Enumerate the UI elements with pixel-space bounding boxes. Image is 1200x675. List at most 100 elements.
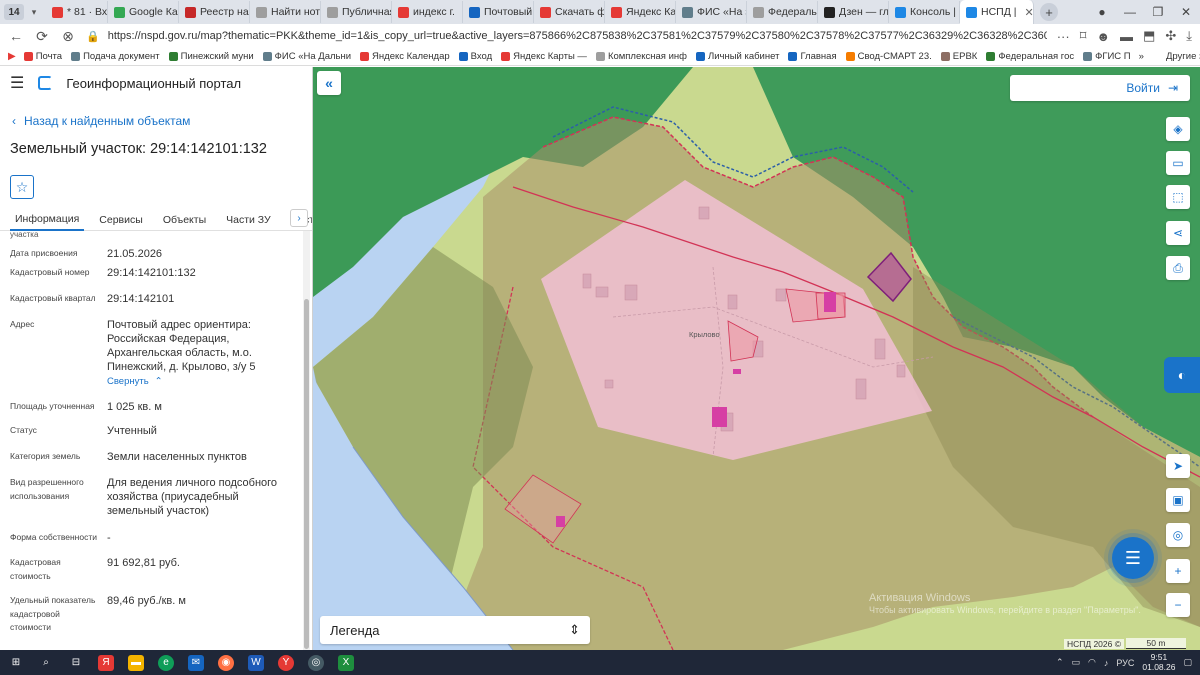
file-explorer-icon[interactable]: ▬: [128, 654, 144, 671]
bookmarks-more[interactable]: » Другие закладки: [1139, 51, 1200, 62]
tabs-scroll-right-button[interactable]: ›: [290, 209, 308, 227]
excel-icon[interactable]: X: [338, 654, 354, 671]
maximize-icon[interactable]: ❐: [1144, 5, 1172, 19]
browser-tab[interactable]: Реестр на: [179, 1, 250, 23]
building: [727, 294, 738, 310]
bookmark-item[interactable]: Комплексная инф: [595, 51, 687, 62]
chevron-down-icon[interactable]: ▾: [26, 4, 42, 20]
profile-icon[interactable]: ☻: [1096, 29, 1110, 44]
tray-chevron-icon[interactable]: ⌃: [1056, 657, 1064, 668]
chat-button[interactable]: ☰: [1112, 537, 1154, 579]
layers-button[interactable]: ◈: [1166, 117, 1190, 141]
yandex-icon[interactable]: Y: [278, 654, 294, 671]
tab-label: Реестр на: [200, 6, 249, 18]
windows-start-icon[interactable]: ⊞: [8, 655, 24, 671]
browser-tab[interactable]: Скачать ф: [534, 1, 605, 23]
browser-tab[interactable]: ФИС «На з: [676, 1, 747, 23]
assistant-widget[interactable]: ◐: [1164, 357, 1200, 393]
zoom-out-button[interactable]: −: [1166, 593, 1190, 617]
yandex-browser-icon[interactable]: Я: [98, 654, 114, 671]
tab-info[interactable]: Информация: [10, 209, 85, 231]
tab-objects[interactable]: Объекты: [158, 209, 211, 231]
minimize-icon[interactable]: —: [1116, 5, 1144, 19]
collapse-panel-button[interactable]: «: [317, 71, 341, 95]
app-icon[interactable]: ◎: [308, 654, 324, 671]
new-tab-button[interactable]: +: [1040, 3, 1058, 21]
word-icon[interactable]: W: [248, 654, 264, 671]
close-tab-icon[interactable]: ✕: [1024, 6, 1033, 19]
back-to-results-link[interactable]: ‹ Назад к найденным объектам: [0, 99, 312, 131]
url-field[interactable]: 🔒 https://nspd.gov.ru/map?thematic=PKK&t…: [86, 30, 1047, 43]
tab-services[interactable]: Сервисы: [94, 209, 148, 231]
browser-tab[interactable]: Федераль: [747, 1, 818, 23]
puzzle-icon[interactable]: ✣: [1165, 28, 1176, 44]
bookmark-item[interactable]: Свод-СМАРТ 23.: [845, 51, 932, 62]
bookmark-item[interactable]: Главная: [788, 51, 837, 62]
browser-tab[interactable]: Найти нот: [250, 1, 321, 23]
downloads-icon[interactable]: ⬒: [1143, 28, 1155, 44]
network-icon[interactable]: ▭: [1071, 657, 1080, 668]
map-canvas[interactable]: [313, 67, 1200, 650]
building: [874, 338, 886, 360]
bookmark-icon[interactable]: ⌑: [1080, 28, 1087, 44]
browser-tab[interactable]: Публичная: [321, 1, 392, 23]
translate-icon[interactable]: ▬: [1120, 29, 1133, 44]
map-view[interactable]: Крылово « Войти ⇥ ◈ ▭ ⬚ ⋖ ⎙ ◐ ➤ ▣ ◎ ☰ + …: [313, 67, 1200, 650]
back-arrow-icon[interactable]: ←: [8, 28, 24, 44]
share-button[interactable]: ⋖: [1166, 221, 1190, 245]
select-area-button[interactable]: ⬚: [1166, 185, 1190, 209]
ruler-button[interactable]: ▭: [1166, 151, 1190, 175]
tab-favicon-icon: [682, 6, 693, 18]
search-icon[interactable]: ⌕: [38, 655, 54, 671]
locate-button[interactable]: ➤: [1166, 454, 1190, 478]
browser-tab[interactable]: Консоль |: [889, 1, 960, 23]
geolocation-button[interactable]: ◎: [1166, 523, 1190, 547]
task-view-icon[interactable]: ⊟: [68, 655, 84, 671]
browser-tab[interactable]: Google Кар: [108, 1, 179, 23]
browser-tab[interactable]: * 81 · Входя: [46, 1, 108, 23]
extensions-icon[interactable]: ⊗: [60, 28, 76, 45]
notifications-icon[interactable]: ▢: [1183, 657, 1192, 668]
basemap-button[interactable]: ▣: [1166, 488, 1190, 512]
other-bookmarks[interactable]: Другие закладки: [1166, 51, 1200, 62]
bookmark-item[interactable]: Почта: [23, 51, 62, 62]
bookmark-item[interactable]: Пинежский муни: [168, 51, 254, 62]
bookmark-item[interactable]: ЕРВК: [940, 51, 977, 62]
browser-tab[interactable]: НСПД | ✕: [960, 0, 1034, 24]
volume-icon[interactable]: ♪: [1104, 658, 1109, 668]
firefox-icon[interactable]: ◉: [218, 654, 234, 671]
scrollbar-thumb[interactable]: [304, 299, 309, 649]
close-window-icon[interactable]: ✕: [1172, 5, 1200, 19]
reload-icon[interactable]: ⟳: [34, 28, 50, 45]
bookmark-item[interactable]: ФИС «На Дальни: [262, 51, 351, 62]
browser-tab[interactable]: Яндекс Ка: [605, 1, 676, 23]
bookmark-item[interactable]: Вход: [458, 51, 492, 62]
favorite-star-button[interactable]: ☆: [10, 175, 34, 199]
edge-icon[interactable]: e: [158, 654, 174, 671]
login-button[interactable]: Войти ⇥: [1010, 75, 1190, 101]
youtube-icon[interactable]: ▶: [8, 51, 16, 62]
user-icon[interactable]: ●: [1088, 5, 1116, 19]
mail-icon[interactable]: ✉: [188, 654, 204, 671]
legend-dropdown[interactable]: Легенда ⇕: [320, 616, 590, 644]
wifi-icon[interactable]: ◠: [1088, 657, 1096, 668]
download-arrow-icon[interactable]: ⤓: [1186, 28, 1192, 44]
browser-tab[interactable]: Дзен — гл: [818, 1, 889, 23]
collapse-address-link[interactable]: Свернуть ⌃: [107, 376, 287, 387]
browser-tab[interactable]: индекс г.: [392, 1, 463, 23]
language-indicator[interactable]: РУС: [1116, 658, 1134, 668]
bookmark-item[interactable]: ФГИС П: [1083, 51, 1131, 62]
bookmark-item[interactable]: Яндекс Карты —: [501, 51, 587, 62]
clock[interactable]: 9:51 01.08.26: [1142, 652, 1175, 672]
more-icon[interactable]: ···: [1057, 29, 1070, 44]
browser-tab[interactable]: Почтовый: [463, 1, 534, 23]
bookmark-item[interactable]: Федеральная гос: [986, 51, 1074, 62]
bookmark-item[interactable]: Личный кабинет: [695, 51, 779, 62]
bookmark-item[interactable]: Подача документ: [71, 51, 160, 62]
hamburger-menu-icon[interactable]: ☰: [10, 73, 24, 93]
zoom-in-button[interactable]: +: [1166, 559, 1190, 583]
tab-parts[interactable]: Части ЗУ: [221, 209, 276, 231]
tab-counter[interactable]: 14: [4, 4, 24, 20]
bookmark-item[interactable]: Яндекс Календар: [360, 51, 450, 62]
print-button[interactable]: ⎙: [1166, 256, 1190, 280]
